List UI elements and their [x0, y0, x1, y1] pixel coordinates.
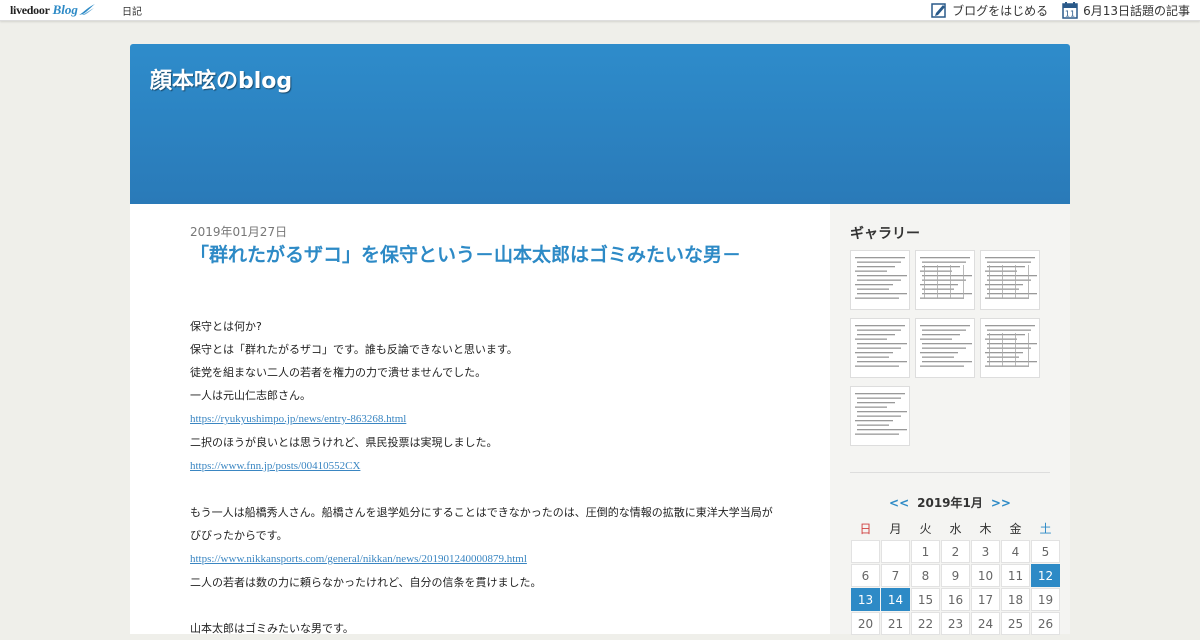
gallery-image-6[interactable] [980, 318, 1040, 378]
calendar-week-row: 12345 [851, 540, 1060, 563]
sidebar-divider [850, 472, 1050, 473]
post-body: 保守とは何か? 保守とは「群れたがるザコ」です。誰も反論できないと思います。 徒… [190, 315, 780, 640]
calendar-day: 25 [1001, 612, 1030, 635]
weekday-mon: 月 [889, 521, 902, 536]
ryukyushimpo-link[interactable]: https://ryukyushimpo.jp/news/entry-86326… [190, 413, 406, 425]
calendar-week-row: 20 21 22 23 24 25 26 [851, 612, 1060, 635]
weekday-wed: 水 [949, 521, 962, 536]
gallery-image-1[interactable] [850, 250, 910, 310]
weekday-sat: 土 [1039, 521, 1052, 536]
topic-articles-link[interactable]: 11 6月13日話題の記事 [1062, 1, 1190, 19]
gallery-image-7[interactable] [850, 386, 910, 446]
calendar-day: 21 [881, 612, 910, 635]
fnn-link[interactable]: https://www.fnn.jp/posts/00410552CX [190, 460, 360, 472]
post-line: もう一人は船橋秀人さん。船橋さんを退学処分にすることはできなかったのは、圧倒的な… [190, 506, 773, 542]
calendar-nav: << 2019年1月 >> [850, 494, 1050, 511]
nav-diary-link[interactable]: 日記 [122, 3, 142, 18]
calendar-day: 23 [941, 612, 970, 635]
calendar-icon: 11 [1062, 1, 1078, 19]
svg-text:11: 11 [1065, 9, 1075, 18]
blog-title[interactable]: 顔本呟のblog [150, 63, 292, 95]
gallery-image-2[interactable] [915, 250, 975, 310]
calendar-table: 日 月 火 水 木 金 土 1 2 3 4 5 6 7 8 9 10 11 12 13 14 15 16 17 1… [850, 516, 1061, 636]
main-content: 2019年01月27日 「群れたがるザコ」を保守という－山本太郎はゴミみたいな男… [130, 204, 830, 635]
post-line: 保守とは何か? [190, 320, 262, 333]
calendar-day: 3 [971, 540, 1000, 563]
calendar-day: 1 [911, 540, 940, 563]
document-thumbnail-icon [855, 325, 907, 367]
pencil-edit-icon [931, 3, 946, 18]
post-line: 二択のほうが良いとは思うけれど、県民投票は実現しました。 [190, 436, 498, 449]
sidebar: ギャラリー << 2019年1月 >> 日 月 火 水 木 金 土 12345678… [830, 204, 1070, 636]
calendar-day: 22 [911, 612, 940, 635]
logo-blog-text: Blog [52, 2, 78, 17]
weekday-fri: 金 [1009, 521, 1022, 536]
calendar-day: 8 [911, 564, 940, 587]
calendar-day-link[interactable]: 13 [851, 588, 880, 611]
document-thumbnail-icon [855, 393, 907, 435]
document-thumbnail-icon [985, 325, 1037, 367]
calendar-day: 19 [1031, 588, 1060, 611]
global-topbar: livedoor Blog 日記 ブログをはじめる 11 6月13日話題の記事 [0, 0, 1200, 21]
topic-articles-label: 6月13日話題の記事 [1083, 3, 1190, 18]
calendar-day-link[interactable]: 12 [1031, 564, 1060, 587]
document-thumbnail-icon [985, 257, 1037, 299]
calendar-empty-cell [881, 540, 910, 563]
calendar-day-link[interactable]: 14 [881, 588, 910, 611]
calendar-day: 5 [1031, 540, 1060, 563]
calendar-prev-month[interactable]: << [889, 496, 909, 510]
post-line: 一人は元山仁志郎さん。 [190, 389, 311, 402]
calendar-day: 20 [851, 612, 880, 635]
post-line: 徒党を組まない二人の若者を権力の力で潰せませんでした。 [190, 366, 487, 379]
document-thumbnail-icon [920, 257, 972, 299]
gallery-image-4[interactable] [850, 318, 910, 378]
calendar-day: 24 [971, 612, 1000, 635]
calendar-day: 9 [941, 564, 970, 587]
calendar-day: 7 [881, 564, 910, 587]
calendar-month-label: 2019年1月 [917, 496, 983, 510]
calendar-day: 26 [1031, 612, 1060, 635]
blog-header: 顔本呟のblog [130, 44, 1070, 204]
post-date: 2019年01月27日 [190, 225, 288, 239]
post-line: 山本太郎はゴミみたいな男です。 [190, 622, 354, 635]
weekday-sun: 日 [859, 521, 872, 536]
document-thumbnail-icon [855, 257, 907, 299]
calendar-day: 11 [1001, 564, 1030, 587]
logo-livedoor-text: livedoor [10, 2, 50, 17]
calendar-day: 15 [911, 588, 940, 611]
start-blog-label: ブログをはじめる [952, 3, 1049, 18]
nikkansports-link[interactable]: https://www.nikkansports.com/general/nik… [190, 553, 527, 565]
calendar-day: 17 [971, 588, 1000, 611]
weekday-tue: 火 [919, 521, 932, 536]
calendar-next-month[interactable]: >> [991, 496, 1011, 510]
gallery-heading: ギャラリー [850, 226, 920, 242]
livedoor-blog-logo[interactable]: livedoor Blog [10, 2, 95, 18]
document-thumbnail-icon [920, 325, 972, 367]
post-line: 保守とは「群れたがるザコ」です。誰も反論できないと思います。 [190, 343, 518, 356]
weekday-thu: 木 [979, 521, 992, 536]
calendar-day: 16 [941, 588, 970, 611]
gallery-image-3[interactable] [980, 250, 1040, 310]
calendar-day: 10 [971, 564, 1000, 587]
calendar-week-row: 13 14 15 16 17 18 19 [851, 588, 1060, 611]
calendar-week-row: 6 7 8 9 10 11 12 [851, 564, 1060, 587]
post-line: 二人の若者は数の力に頼らなかったけれど、自分の信条を貫けました。 [190, 576, 542, 589]
post-title[interactable]: 「群れたがるザコ」を保守という－山本太郎はゴミみたいな男－ [190, 242, 770, 268]
calendar-empty-cell [851, 540, 880, 563]
calendar-day: 6 [851, 564, 880, 587]
bird-logo-icon [78, 4, 95, 15]
calendar-day: 18 [1001, 588, 1030, 611]
gallery-image-5[interactable] [915, 318, 975, 378]
calendar-day: 4 [1001, 540, 1030, 563]
start-blog-link[interactable]: ブログをはじめる [931, 2, 1048, 19]
calendar-day: 2 [941, 540, 970, 563]
